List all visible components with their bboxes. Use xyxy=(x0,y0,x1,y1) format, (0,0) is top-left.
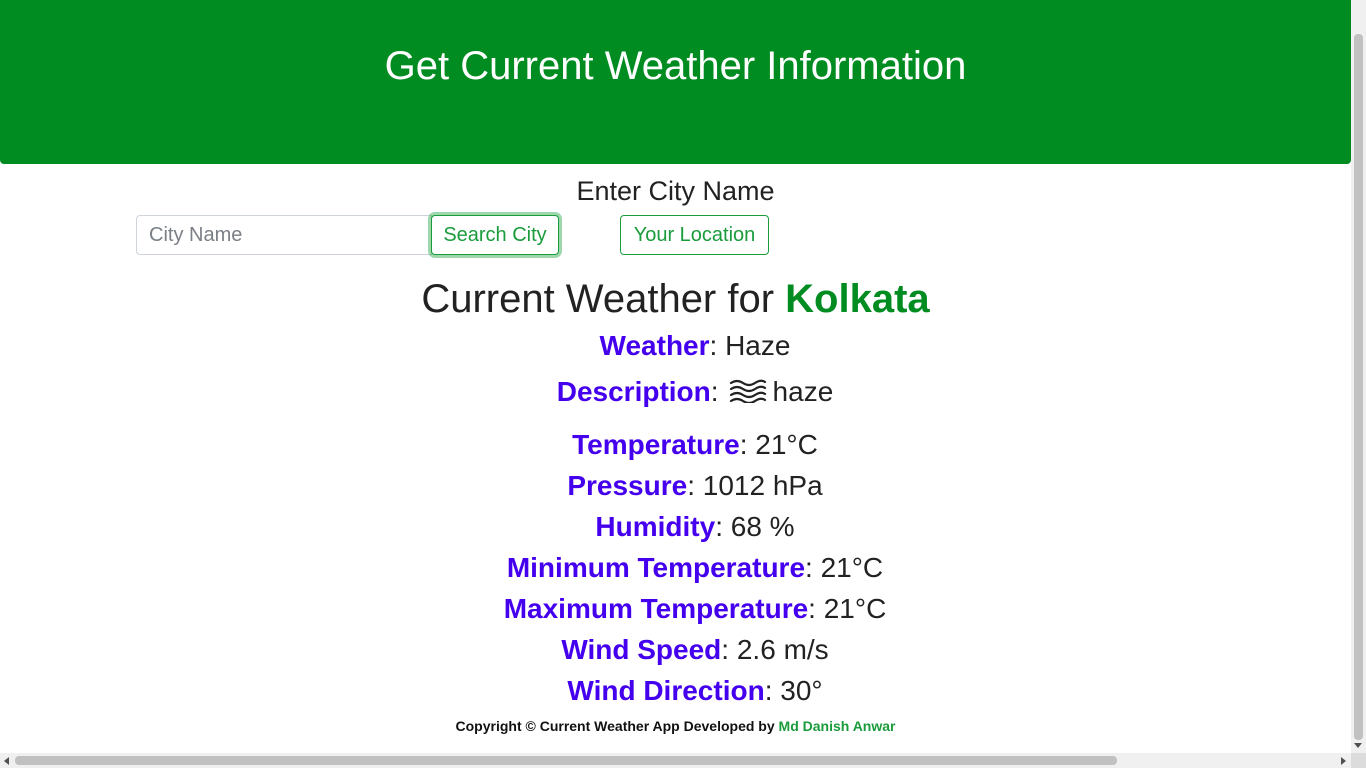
max-temp-value: 21°C xyxy=(823,593,887,624)
min-temp-label: Minimum Temperature xyxy=(506,552,806,583)
horizontal-scroll-thumb[interactable] xyxy=(15,756,1117,765)
wind-speed-label: Wind Speed xyxy=(561,634,722,665)
page-title: Get Current Weather Information xyxy=(384,44,967,88)
pressure-value: 1012 hPa xyxy=(702,470,823,501)
temperature-row: Temperature: 21°C xyxy=(572,429,818,460)
scroll-right-arrow-icon[interactable] xyxy=(1341,757,1346,765)
wind-direction-value: 30° xyxy=(780,675,823,706)
wind-speed-row: Wind Speed: 2.6 m/s xyxy=(561,634,829,665)
scroll-down-arrow-icon[interactable] xyxy=(1354,743,1362,748)
max-temp-row: Maximum Temperature: 21°C xyxy=(503,593,887,624)
humidity-value: 68 % xyxy=(730,511,795,542)
vertical-scrollbar[interactable] xyxy=(1351,0,1366,753)
description-value: haze xyxy=(772,376,834,407)
haze-icon xyxy=(729,377,767,410)
pressure-row: Pressure: 1012 hPa xyxy=(567,470,823,501)
wind-direction-row: Wind Direction: 30° xyxy=(567,675,823,706)
min-temp-value: 21°C xyxy=(820,552,884,583)
city-name: Kolkata xyxy=(785,277,930,321)
description-row: Description: haze xyxy=(0,376,1366,410)
footer: Copyright © Current Weather App Develope… xyxy=(0,718,1351,734)
min-temp-row: Minimum Temperature: 21°C xyxy=(506,552,884,583)
current-weather-title: Current Weather for Kolkata xyxy=(0,277,1351,322)
current-weather-prefix: Current Weather for xyxy=(421,277,786,321)
your-location-button[interactable]: Your Location xyxy=(620,215,769,255)
scroll-left-arrow-icon[interactable] xyxy=(4,757,9,765)
humidity-row: Humidity: 68 % xyxy=(595,511,795,542)
vertical-scroll-thumb[interactable] xyxy=(1354,34,1363,740)
search-heading: Enter City Name xyxy=(576,176,775,206)
wind-speed-value: 2.6 m/s xyxy=(736,634,829,665)
app-header: Get Current Weather Information xyxy=(0,0,1351,164)
wind-direction-label: Wind Direction xyxy=(567,675,765,706)
copyright-text: Copyright © Current Weather App Develope… xyxy=(455,718,779,734)
weather-label: Weather xyxy=(599,330,710,361)
pressure-label: Pressure xyxy=(567,470,688,501)
weather-value: Haze xyxy=(725,330,791,361)
max-temp-label: Maximum Temperature xyxy=(503,593,809,624)
temperature-label: Temperature xyxy=(572,429,740,460)
humidity-label: Humidity xyxy=(595,511,716,542)
weather-row: Weather: Haze xyxy=(599,330,791,361)
city-name-input[interactable] xyxy=(136,215,432,255)
scrollbar-corner xyxy=(1351,753,1366,768)
horizontal-scrollbar[interactable] xyxy=(0,753,1351,768)
search-city-button[interactable]: Search City xyxy=(431,215,559,255)
description-label: Description xyxy=(556,376,711,407)
author-link[interactable]: Md Danish Anwar xyxy=(779,718,896,734)
temperature-value: 21°C xyxy=(755,429,818,460)
